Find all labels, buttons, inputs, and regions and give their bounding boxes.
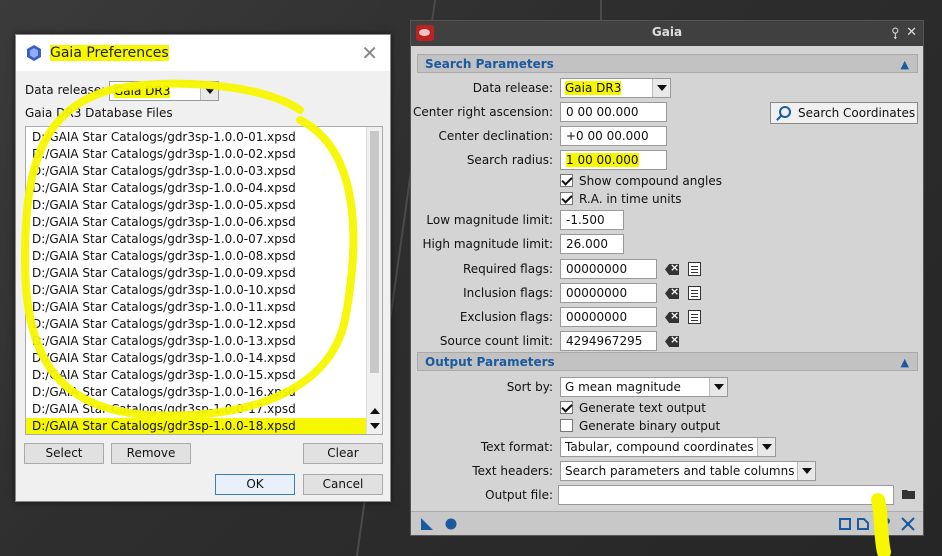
highlighter-annotation xyxy=(20,79,891,556)
